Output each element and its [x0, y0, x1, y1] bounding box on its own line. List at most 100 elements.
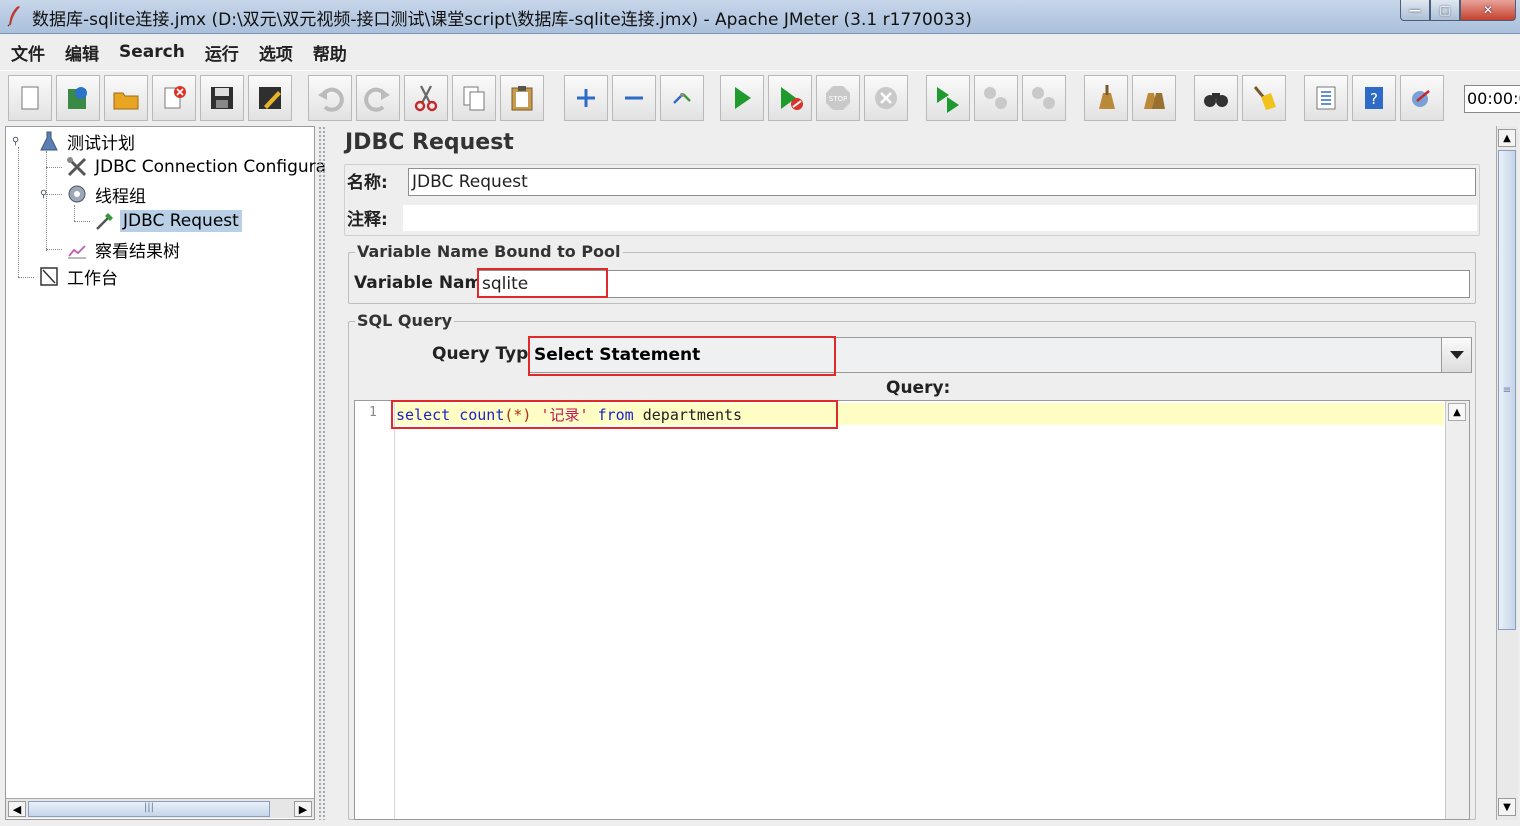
log-viewer-button[interactable] [1400, 75, 1444, 121]
paste-button[interactable] [500, 75, 544, 121]
maximize-button[interactable]: □ [1430, 0, 1460, 21]
menu-file[interactable]: 文件 [11, 40, 45, 65]
remote-shutdown-all-button[interactable] [1022, 75, 1066, 121]
panel-scroll-thumb[interactable]: ≡ [1498, 150, 1516, 630]
templates-icon [68, 87, 87, 109]
window-title-bar: 数据库-sqlite连接.jmx (D:\双元\双元视频-接口测试\课堂scri… [0, 0, 1520, 34]
remote-start-icon [937, 87, 959, 113]
chevron-down-icon[interactable] [1441, 338, 1471, 372]
thread-group-gear-icon [64, 182, 90, 206]
reset-search-button[interactable] [1242, 75, 1286, 121]
remote-stop-icon [984, 87, 1007, 109]
sql-query-editor[interactable]: 1 select count(*) '记录' from departments … [354, 400, 1470, 820]
clear-all-icon [1144, 93, 1165, 109]
svg-text:STOP: STOP [829, 95, 847, 103]
page-title: JDBC Request [345, 130, 514, 155]
menu-search[interactable]: Search [119, 42, 185, 62]
cut-button[interactable] [404, 75, 448, 121]
variable-pool-group-title: Variable Name Bound to Pool [355, 242, 623, 261]
expand-toggle-icon[interactable]: ⚲ [12, 136, 22, 147]
save-icon [211, 87, 233, 109]
close-window-button[interactable]: ✕ [1460, 0, 1516, 21]
tree-scroll-thumb[interactable]: ||| [28, 801, 270, 817]
jmeter-feather-icon [7, 6, 20, 27]
undo-button[interactable] [308, 75, 352, 121]
search-button[interactable] [1194, 75, 1238, 121]
variable-name-input[interactable]: sqlite [478, 270, 1470, 298]
remote-stop-all-button[interactable] [974, 75, 1018, 121]
clear-all-button[interactable] [1132, 75, 1176, 121]
function-count: count [459, 406, 505, 424]
scroll-left-arrow-icon[interactable]: ◀ [8, 801, 26, 817]
workbench-icon [36, 264, 62, 288]
redo-button[interactable] [356, 75, 400, 121]
expand-toggle-icon[interactable]: ⚲ [40, 189, 50, 200]
expand-icon [577, 89, 595, 107]
panel-vertical-scrollbar[interactable]: ▲ ≡ ▼ [1496, 126, 1518, 820]
test-plan-tree[interactable]: ⚲ ⚲ 测试计划 JDBC Connection Configura 线程组 J… [5, 126, 326, 820]
redo-icon [364, 87, 390, 112]
comment-input[interactable] [402, 204, 1478, 232]
close-icon [164, 86, 186, 109]
editor-vertical-scrollbar[interactable]: ▲ [1445, 401, 1469, 819]
function-helper-icon [1316, 86, 1336, 110]
query-type-select[interactable]: Select Statement [528, 337, 1472, 373]
open-button[interactable] [104, 75, 148, 121]
start-button[interactable] [720, 75, 764, 121]
start-no-pauses-button[interactable] [768, 75, 812, 121]
expand-all-button[interactable] [564, 75, 608, 121]
reset-search-icon [1253, 86, 1276, 110]
help-icon: ? [1365, 87, 1383, 109]
new-button[interactable] [8, 75, 52, 121]
menu-edit[interactable]: 编辑 [65, 40, 99, 65]
close-file-button[interactable] [152, 75, 196, 121]
remote-start-all-button[interactable] [926, 75, 970, 121]
split-pane-divider[interactable] [318, 126, 327, 820]
toggle-icon [673, 93, 691, 104]
scroll-up-arrow-icon[interactable]: ▲ [1448, 403, 1466, 421]
count-args: (*) [504, 406, 532, 424]
scroll-down-arrow-icon[interactable]: ▼ [1498, 798, 1516, 816]
tree-node-workbench[interactable]: 工作台 [36, 264, 121, 289]
function-helper-button[interactable] [1304, 75, 1348, 121]
collapse-all-button[interactable] [612, 75, 656, 121]
shutdown-button[interactable] [864, 75, 908, 121]
name-input[interactable]: JDBC Request [408, 168, 1476, 196]
log-viewer-icon [1412, 90, 1430, 107]
sql-query-group-title: SQL Query [355, 311, 455, 330]
toggle-button[interactable] [660, 75, 704, 121]
tree-node-view-results-tree[interactable]: 察看结果树 [64, 237, 183, 262]
clear-button[interactable] [1084, 75, 1128, 121]
save-button[interactable] [200, 75, 244, 121]
menu-bar: 文件 编辑 Search 运行 选项 帮助 [0, 35, 1520, 69]
templates-button[interactable] [56, 75, 100, 121]
tree-node-jdbc-connection-config[interactable]: JDBC Connection Configura [64, 155, 329, 179]
help-button[interactable]: ? [1352, 75, 1396, 121]
name-label: 名称: [347, 173, 388, 193]
stop-button[interactable]: STOP [816, 75, 860, 121]
tree-horizontal-scrollbar[interactable]: ◀ ||| ▶ [6, 798, 314, 818]
keyword-from: from [597, 406, 634, 424]
menu-options[interactable]: 选项 [259, 40, 293, 65]
query-type-value: Select Statement [534, 345, 701, 365]
tree-node-thread-group[interactable]: 线程组 [64, 182, 149, 207]
shutdown-icon [875, 87, 897, 109]
tree-node-jdbc-request[interactable]: JDBC Request [92, 209, 242, 233]
scroll-right-arrow-icon[interactable]: ▶ [294, 801, 312, 817]
code-line[interactable]: select count(*) '记录' from departments [396, 403, 1444, 425]
menu-run[interactable]: 运行 [205, 40, 239, 65]
copy-button[interactable] [452, 75, 496, 121]
line-number-gutter: 1 [355, 401, 395, 819]
test-plan-icon [36, 129, 62, 153]
cut-icon [414, 85, 438, 112]
start-icon [735, 87, 751, 109]
new-icon [21, 86, 39, 110]
scroll-up-arrow-icon[interactable]: ▲ [1498, 129, 1516, 147]
config-tools-icon [64, 155, 90, 179]
minimize-button[interactable]: — [1400, 0, 1430, 21]
menu-help[interactable]: 帮助 [313, 40, 347, 65]
save-as-button[interactable] [248, 75, 292, 121]
tree-node-test-plan[interactable]: 测试计划 [36, 129, 138, 154]
start-no-pause-icon [781, 87, 803, 110]
paste-icon [511, 86, 533, 111]
